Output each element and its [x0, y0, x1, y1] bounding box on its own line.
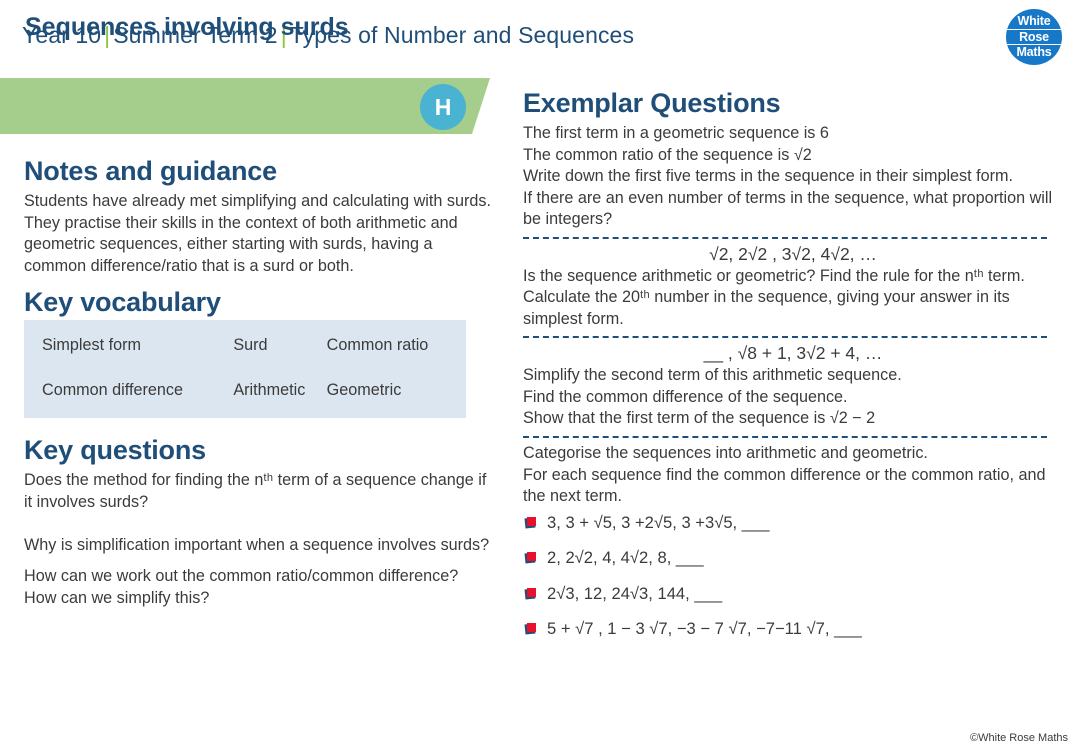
vocabulary-heading: Key vocabulary	[24, 286, 221, 317]
question-line: Calculate the 20ᵗʰ number in the sequenc…	[523, 288, 1010, 328]
question-line: If there are an even number of terms in …	[523, 188, 1053, 229]
list-item: 5 + √7 , 1 − 3 √7, −3 − 7 √7, −7−11 √7, …	[523, 618, 1063, 640]
sequence-text: 2√3, 12, 24√3, 144, ___	[547, 583, 723, 603]
right-column: Exemplar Questions The first term in a g…	[523, 88, 1063, 654]
logo-line-maths: Maths	[1016, 45, 1052, 60]
list-item: 2, 2√2, 4, 4√2, 8, ___	[523, 547, 1063, 569]
key-question-item: How can we work out the common ratio/com…	[24, 566, 459, 607]
vocab-term: Arithmetic	[233, 380, 306, 399]
logo-line-white: White	[1017, 14, 1051, 29]
vocab-row: Simplest form Surd Common ratio	[42, 336, 448, 355]
question-line: Is the sequence arithmetic or geometric?…	[523, 266, 1025, 285]
sequence-text: 5 + √7 , 1 − 3 √7, −3 − 7 √7, −7−11 √7, …	[547, 619, 862, 639]
exemplar-question-3: __ , √8 + 1, 3√2 + 4, … Simplify the sec…	[523, 343, 1063, 430]
question-line: Show that the first term of the sequence…	[523, 409, 876, 428]
question-line: The first term in a geometric sequence i…	[523, 124, 829, 142]
list-item: 3, 3 + √5, 3 +2√5, 3 +3√5, ___	[523, 512, 1063, 534]
vocab-row: Common difference Arithmetic Geometric	[42, 381, 448, 400]
logo-line-rose: Rose	[1006, 28, 1062, 46]
white-rose-maths-logo: White Rose Maths	[1006, 9, 1062, 65]
copyright-notice: ©White Rose Maths	[970, 732, 1068, 744]
exemplar-question-1: The first term in a geometric sequence i…	[523, 123, 1063, 231]
question-sequence: √2, 2√2 , 3√2, 4√2, …	[709, 243, 877, 264]
sequence-text: 2, 2√2, 4, 4√2, 8, ___	[547, 548, 704, 568]
exemplar-question-2: √2, 2√2 , 3√2, 4√2, … Is the sequence ar…	[523, 244, 1063, 331]
notes-text: Students have already met simplifying an…	[24, 192, 491, 276]
square-bullet-icon	[524, 587, 536, 600]
question-divider	[523, 236, 1047, 239]
question-divider	[523, 436, 1047, 439]
sequence-list: 3, 3 + √5, 3 +2√5, 3 +3√5, ___ 2, 2√2, 4…	[523, 512, 1063, 640]
vocab-term: Common difference	[42, 380, 183, 399]
question-line: For each sequence find the common differ…	[523, 465, 1046, 506]
square-bullet-icon	[524, 552, 536, 564]
key-questions-heading: Key questions	[24, 434, 206, 465]
left-column: Notes and guidance Students have already…	[24, 156, 494, 609]
question-divider	[523, 336, 1047, 339]
question-line: The common ratio of the sequence is √2	[523, 145, 812, 164]
exemplar-questions-heading: Exemplar Questions	[523, 88, 781, 118]
question-line: Find the common difference of the sequen…	[523, 387, 848, 406]
square-bullet-icon	[524, 516, 536, 529]
vocab-term: Simplest form	[42, 335, 141, 354]
list-item: 2√3, 12, 24√3, 144, ___	[523, 583, 1063, 605]
vocab-term: Geometric	[326, 380, 402, 399]
square-bullet-icon	[524, 623, 536, 635]
key-question-item: Why is simplification important when a s…	[24, 536, 490, 555]
exemplar-question-4: Categorise the sequences into arithmetic…	[523, 443, 1063, 640]
vocab-term: Surd	[233, 335, 268, 354]
notes-heading: Notes and guidance	[24, 156, 277, 186]
key-question-item: Does the method for finding the nᵗʰ term…	[24, 470, 487, 511]
lesson-title: Sequences involving surds	[25, 13, 349, 41]
sequence-text: 3, 3 + √5, 3 +2√5, 3 +3√5, ___	[547, 512, 770, 532]
question-line: Categorise the sequences into arithmetic…	[523, 444, 928, 463]
question-sequence: __ , √8 + 1, 3√2 + 4, …	[703, 343, 883, 364]
vocab-term: Common ratio	[326, 335, 429, 354]
key-vocabulary-table: Simplest form Surd Common ratio Common d…	[24, 319, 466, 418]
question-line: Write down the first five terms in the s…	[523, 167, 1014, 186]
higher-tier-badge: H	[420, 84, 466, 130]
question-line: Simplify the second term of this arithme…	[523, 366, 902, 385]
